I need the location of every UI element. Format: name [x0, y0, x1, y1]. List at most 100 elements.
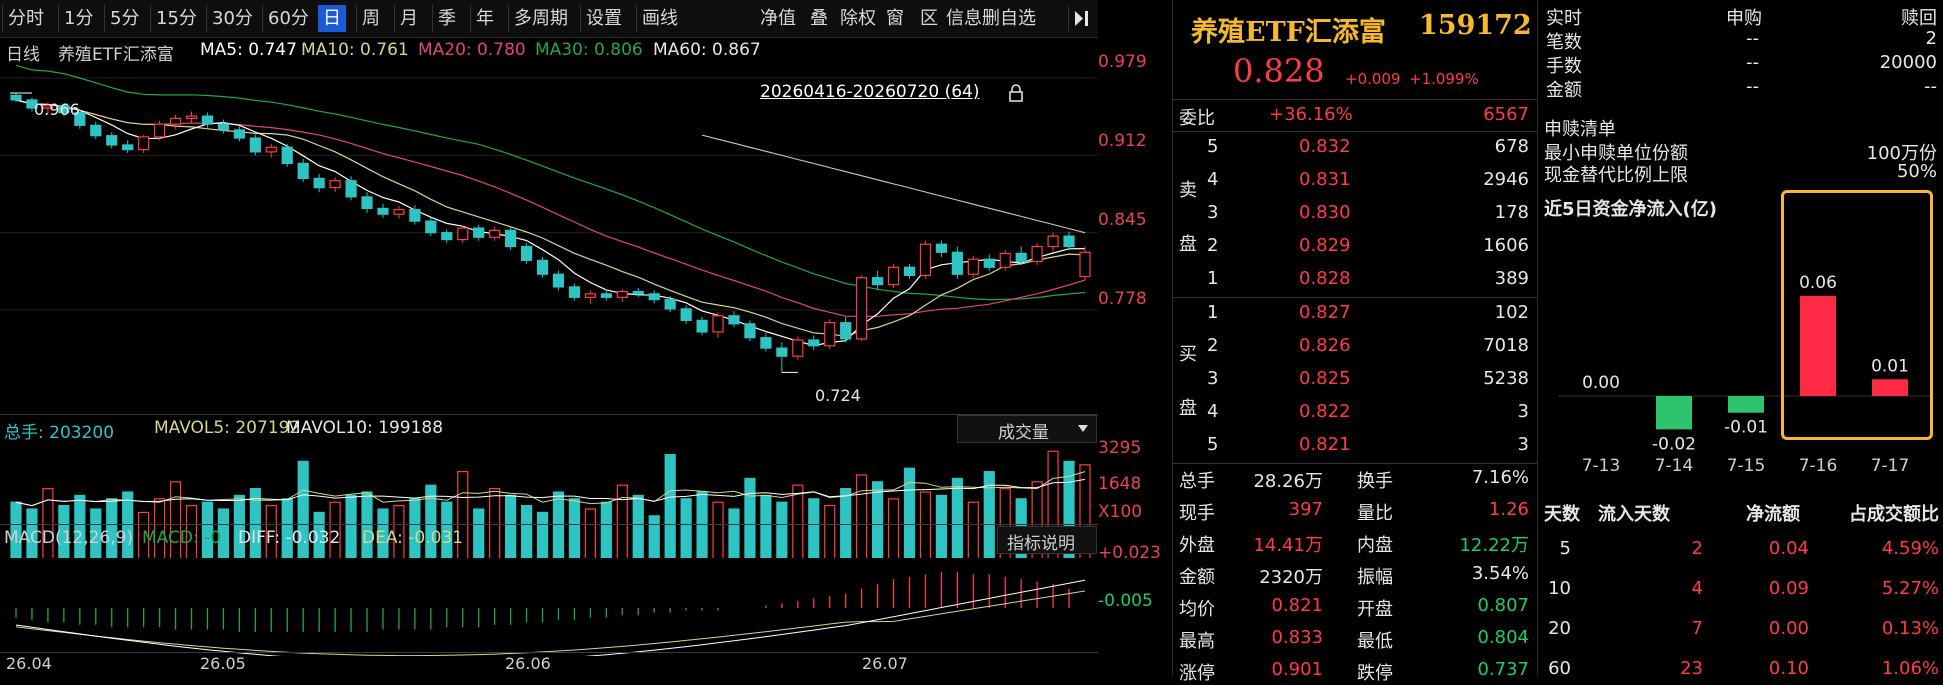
candle-body — [584, 293, 596, 298]
candle-body — [776, 347, 788, 357]
candle-body — [313, 177, 325, 189]
toolbar-item-4[interactable]: 区 — [916, 5, 942, 32]
candle-body — [377, 207, 389, 215]
weibi-pct: +36.16% — [1269, 104, 1353, 125]
volume-bar — [967, 501, 979, 558]
volume-bar — [983, 471, 995, 558]
panel-divider — [0, 652, 1098, 653]
period-tab-2[interactable]: 5分 — [104, 5, 144, 32]
book-price: 0.830 — [1299, 202, 1351, 223]
candle-body — [680, 308, 692, 321]
low-price-marker: 0.724 — [815, 386, 861, 405]
stat-label: 跌停 — [1357, 663, 1393, 684]
candle-body — [489, 229, 501, 238]
period-tab-1[interactable]: 1分 — [58, 5, 98, 32]
sell-side-label: 卖 — [1179, 180, 1197, 201]
list-row-label: 现金替代比例上限 — [1544, 165, 1688, 186]
book-level: 1 — [1207, 268, 1219, 289]
indicator-explain-label: 指标说明 — [1007, 534, 1075, 554]
stat-value: 0.833 — [1271, 627, 1323, 648]
inflow-bar — [1656, 396, 1692, 430]
candle-body — [840, 322, 852, 340]
highlight-box — [1781, 190, 1933, 440]
candle-body — [265, 146, 277, 153]
candle-body — [887, 266, 900, 286]
inflow-value-label: -0.02 — [1652, 434, 1696, 454]
period-tab-10[interactable]: 年 — [470, 5, 499, 32]
toolbar-item-1[interactable]: 叠 — [806, 5, 832, 32]
candle-body — [728, 315, 740, 325]
candle-body — [1031, 245, 1043, 263]
toolbar-item-3[interactable]: 窗 — [882, 5, 908, 32]
period-tab-4[interactable]: 30分 — [206, 5, 258, 32]
flow-net: 0.10 — [1768, 658, 1809, 679]
period-tab-13[interactable]: 画线 — [636, 5, 683, 32]
candlestick-plot — [0, 64, 1098, 373]
candle-body — [856, 277, 868, 340]
sub-row-label: 金额 — [1546, 80, 1582, 101]
stat-value: 12.22万 — [1459, 535, 1529, 556]
high-price-marker: 0.966 — [34, 100, 80, 119]
buy-side-label: 买 — [1179, 344, 1197, 365]
candle-body — [281, 146, 293, 165]
candle-body — [871, 277, 884, 286]
period-tab-3[interactable]: 15分 — [150, 5, 202, 32]
panel-divider — [0, 524, 1098, 525]
candle-body — [792, 339, 804, 357]
book-volume: 5238 — [1483, 368, 1529, 389]
candle-body — [473, 227, 485, 238]
book-price: 0.827 — [1299, 302, 1351, 323]
stat-label: 内盘 — [1357, 535, 1393, 556]
period-tab-5[interactable]: 60分 — [262, 5, 314, 32]
period-tab-8[interactable]: 月 — [394, 5, 423, 32]
book-volume: 2946 — [1483, 169, 1529, 190]
book-price: 0.825 — [1299, 368, 1351, 389]
volume-bar — [680, 498, 692, 558]
period-tab-11[interactable]: 多周期 — [508, 5, 573, 32]
candle-body — [712, 315, 724, 333]
sub-header: 申购 — [1726, 8, 1762, 29]
volume-bar — [871, 481, 884, 558]
flow-in-days: 2 — [1691, 538, 1703, 559]
redemption-list-title: 申赎清单 — [1544, 119, 1616, 140]
volume-bar — [568, 498, 581, 558]
volume-bar — [616, 484, 628, 558]
stat-label: 最低 — [1357, 631, 1393, 652]
price-axis-tick: 0.778 — [1098, 289, 1147, 309]
ma10-line — [15, 99, 1086, 337]
candle-body — [951, 251, 963, 275]
inflow-day-label: 7-15 — [1727, 456, 1766, 476]
indicator-explain-button[interactable]: 指标说明 — [997, 526, 1097, 554]
volume-bar — [505, 494, 517, 558]
candle-body — [536, 259, 549, 275]
ma60-label: MA60: 0.867 — [653, 40, 761, 60]
candle-body — [632, 290, 644, 295]
toolbar-item-0[interactable]: 净值 — [756, 5, 800, 32]
book-level: 1 — [1207, 302, 1219, 323]
volume-bar — [584, 508, 596, 558]
volume-bar — [903, 467, 916, 558]
ma10-label: MA10: 0.761 — [301, 40, 409, 60]
period-tab-0[interactable]: 分时 — [2, 5, 49, 32]
book-level: 4 — [1207, 169, 1219, 190]
collapse-arrow-icon[interactable] — [1068, 6, 1095, 31]
period-tab-7[interactable]: 周 — [356, 5, 385, 32]
period-tab-12[interactable]: 设置 — [580, 5, 627, 32]
price-axis-tick: 0.979 — [1098, 52, 1147, 72]
flow-days: 10 — [1548, 578, 1571, 599]
book-volume: 178 — [1494, 202, 1529, 223]
flow-net: 0.09 — [1768, 578, 1809, 599]
volume-bar — [951, 477, 963, 558]
toolbar-item-6[interactable]: 删自选 — [978, 5, 1040, 32]
volume-bar — [935, 494, 948, 558]
sub-row-label: 笔数 — [1546, 32, 1582, 53]
period-tab-6[interactable]: 日 — [318, 5, 346, 32]
mavol5-label: MAVOL5: 207192 — [154, 418, 301, 438]
toolbar-item-2[interactable]: 除权 — [836, 5, 880, 32]
stat-label: 最高 — [1179, 631, 1215, 652]
period-tab-9[interactable]: 季 — [432, 5, 461, 32]
candle-body — [616, 290, 628, 298]
flow-table-header: 净流额 — [1746, 504, 1800, 525]
stat-label: 量比 — [1357, 503, 1393, 524]
divider — [1173, 99, 1537, 100]
